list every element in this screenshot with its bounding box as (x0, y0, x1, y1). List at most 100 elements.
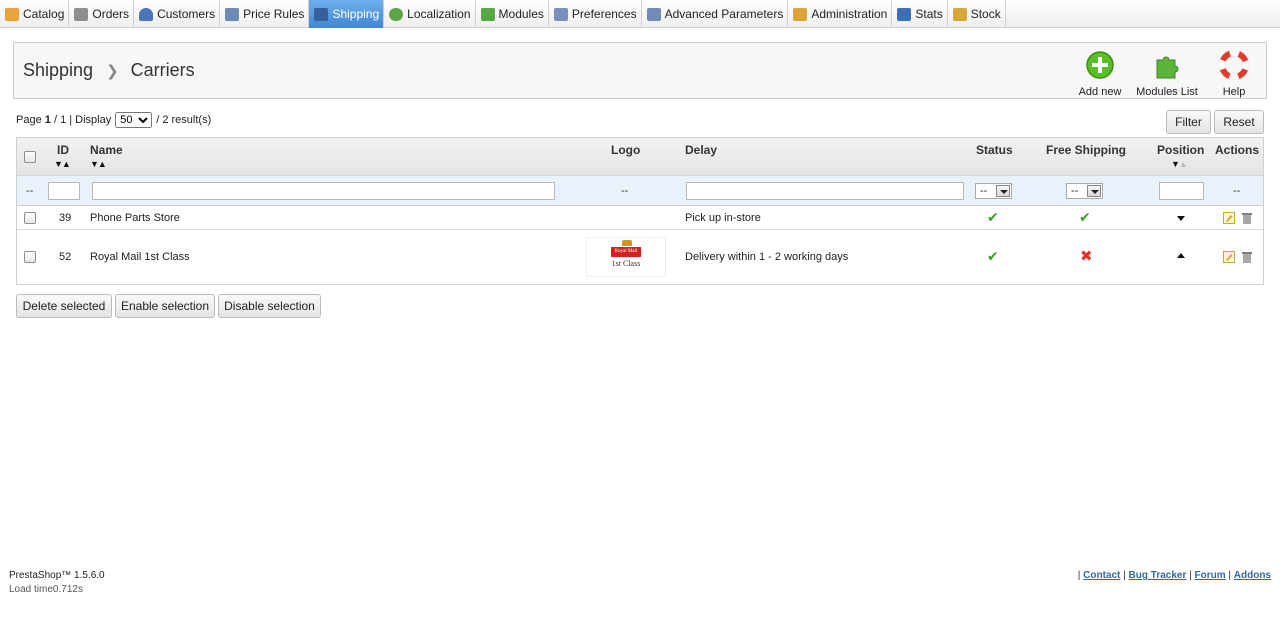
folder-icon (5, 7, 19, 21)
logo-sub-text: 1st Class (611, 259, 641, 268)
tab-preferences[interactable]: Preferences (549, 0, 642, 28)
row-checkbox[interactable] (24, 251, 36, 263)
tab-orders[interactable]: Orders (69, 0, 135, 28)
breadcrumb: Shipping ❯ Carriers (23, 60, 195, 81)
tab-label: Customers (157, 7, 216, 21)
tab-shipping[interactable]: Shipping (309, 0, 385, 28)
status-enabled-check-icon[interactable]: ✔ (987, 248, 999, 265)
free-shipping-disabled-cross-icon[interactable]: ✖ (1080, 247, 1093, 265)
total-pages: / 1 (53, 113, 67, 126)
breadcrumb-section[interactable]: Shipping (23, 60, 93, 81)
filter-row: -- -- -- -- -- (17, 176, 1263, 206)
delete-selected-button[interactable]: Delete selected (16, 294, 112, 318)
tab-customers[interactable]: Customers (134, 0, 221, 28)
results-count: / 2 result(s) (156, 113, 212, 126)
top-menu: Catalog Orders Customers Price Rules Shi… (0, 0, 1280, 28)
table-row[interactable]: 39 Phone Parts Store Pick up in-store ✔ … (17, 207, 1263, 230)
column-header-position: Position (1157, 143, 1205, 157)
column-header-actions: Actions (1215, 143, 1260, 157)
tab-stats[interactable]: Stats (892, 0, 948, 28)
page-title: Carriers (130, 60, 195, 80)
cell-name: Royal Mail 1st Class (90, 251, 190, 263)
truck-icon (314, 7, 329, 21)
filter-status-select[interactable]: -- (975, 183, 1012, 199)
add-new-button[interactable]: Add new (1077, 50, 1123, 98)
modules-list-label: Modules List (1136, 86, 1198, 98)
sort-arrows-name[interactable]: ▼▲ (90, 160, 107, 169)
move-up-arrow-icon[interactable] (1177, 253, 1185, 258)
help-label: Help (1222, 86, 1246, 98)
version-text: PrestaShop™ 1.5.6.0 (9, 570, 105, 581)
tab-localization[interactable]: Localization (384, 0, 476, 28)
tab-label: Localization (407, 7, 471, 21)
preferences-icon (553, 7, 568, 21)
column-header-free-shipping: Free Shipping (1046, 143, 1127, 157)
display-label: | Display (69, 113, 112, 126)
filter-actions-empty: -- (1233, 185, 1241, 197)
tab-modules[interactable]: Modules (476, 0, 549, 28)
pagination: Page 1 / 1 | Display 50 / 2 result(s) (16, 111, 212, 128)
filter-delay-input[interactable] (686, 182, 964, 200)
tab-advanced-parameters[interactable]: Advanced Parameters (642, 0, 789, 28)
sort-arrows-id[interactable]: ▼▲ (54, 160, 71, 169)
tab-label: Orders (92, 7, 130, 21)
cell-delay: Delivery within 1 - 2 working days (685, 251, 849, 263)
sort-arrows-position[interactable]: ▼▲ (1171, 160, 1188, 169)
modules-list-button[interactable]: Modules List (1135, 50, 1199, 98)
filter-button[interactable]: Filter (1166, 110, 1211, 134)
price-tag-icon (225, 7, 240, 21)
delete-trash-icon[interactable] (1241, 212, 1253, 224)
carriers-table: ID ▼▲ Name ▼▲ Logo Delay Status Free Shi… (16, 137, 1264, 285)
tab-label: Preferences (571, 7, 637, 21)
globe-icon (389, 7, 404, 21)
addons-link[interactable]: Addons (1234, 570, 1271, 581)
filter-logo-empty: -- (621, 185, 629, 197)
column-header-name: Name (90, 143, 123, 157)
free-shipping-enabled-check-icon[interactable]: ✔ (1079, 209, 1091, 226)
disable-selection-button[interactable]: Disable selection (218, 294, 321, 318)
filter-free-shipping-select[interactable]: -- (1066, 183, 1103, 199)
tab-administration[interactable]: Administration (788, 0, 893, 28)
tab-catalog[interactable]: Catalog (0, 0, 70, 28)
tab-label: Shipping (332, 7, 380, 21)
wrench-icon (646, 7, 661, 21)
row-checkbox[interactable] (24, 212, 36, 224)
forum-link[interactable]: Forum (1195, 570, 1226, 581)
lifebuoy-icon (1219, 50, 1249, 80)
delete-trash-icon[interactable] (1241, 251, 1253, 263)
tab-label: Price Rules (243, 7, 305, 21)
crown-icon (622, 240, 632, 246)
footer-info: PrestaShop™ 1.5.6.0 Load time0.712s (9, 570, 105, 595)
column-header-id: ID (57, 143, 69, 157)
edit-pencil-icon[interactable] (1223, 251, 1235, 263)
add-circle-icon (1086, 51, 1114, 79)
puzzle-icon (480, 7, 495, 21)
cell-id: 52 (59, 251, 72, 263)
page-toolbar: Shipping ❯ Carriers Add new Modules List… (13, 42, 1267, 99)
select-all-checkbox[interactable] (24, 151, 36, 163)
table-row[interactable]: 52 Royal Mail 1st Class Royal Mail 1st C… (17, 230, 1263, 285)
edit-pencil-icon[interactable] (1223, 212, 1235, 224)
tab-stock[interactable]: Stock (948, 0, 1006, 28)
filter-id-input[interactable] (48, 182, 80, 200)
royal-mail-logo: Royal Mail 1st Class (586, 237, 666, 277)
tab-label: Administration (811, 7, 888, 21)
column-header-logo: Logo (611, 143, 641, 157)
status-enabled-check-icon[interactable]: ✔ (987, 209, 999, 226)
filter-position-input[interactable] (1159, 182, 1204, 200)
reset-button[interactable]: Reset (1214, 110, 1264, 134)
move-down-arrow-icon[interactable] (1177, 216, 1185, 221)
cart-icon (74, 7, 89, 21)
filter-name-input[interactable] (92, 182, 555, 200)
help-button[interactable]: Help (1216, 50, 1252, 98)
puzzle-icon (1156, 56, 1179, 79)
cell-id: 39 (59, 212, 72, 224)
per-page-select[interactable]: 50 (115, 111, 153, 128)
enable-selection-button[interactable]: Enable selection (115, 294, 215, 318)
bug-tracker-link[interactable]: Bug Tracker (1129, 570, 1187, 581)
column-header-status: Status (976, 143, 1013, 157)
contact-link[interactable]: Contact (1083, 570, 1120, 581)
key-icon (793, 7, 808, 21)
tab-price-rules[interactable]: Price Rules (220, 0, 310, 28)
tab-label: Modules (498, 7, 544, 21)
